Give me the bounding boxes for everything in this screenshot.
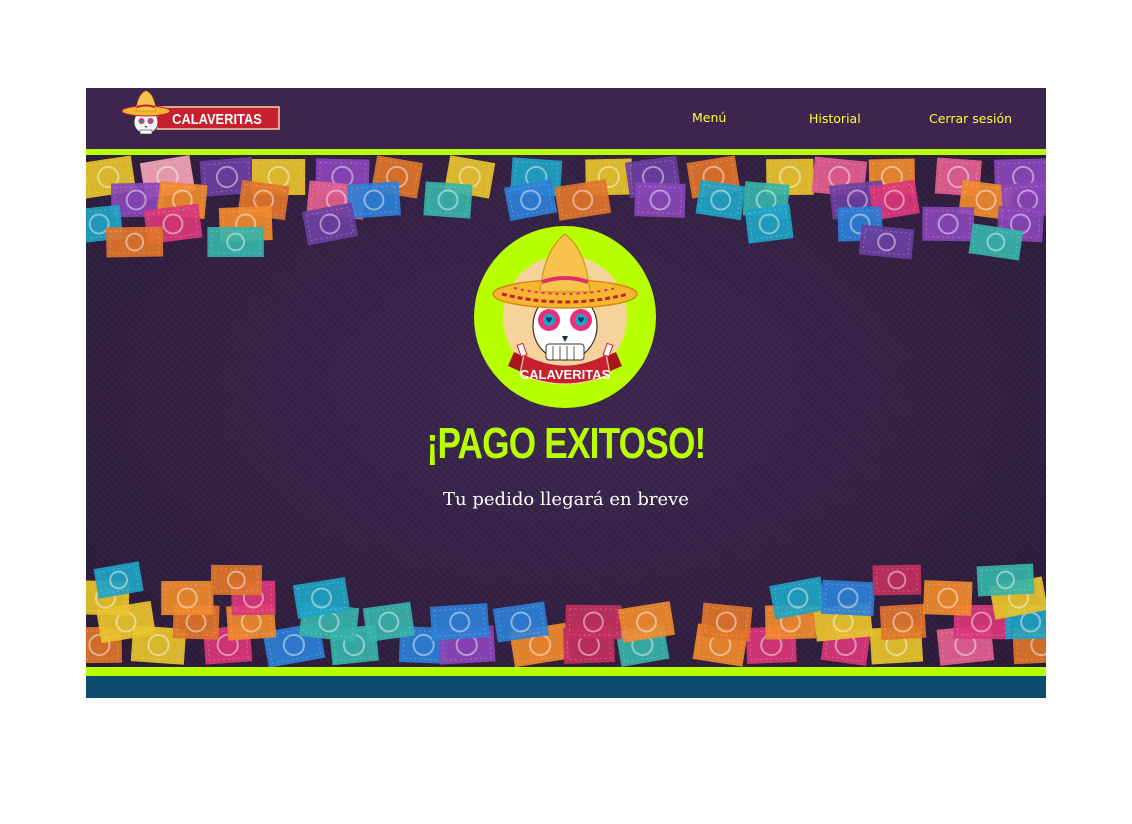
papel-picado-flag xyxy=(207,226,264,258)
papel-picado-flag xyxy=(362,601,415,643)
papel-picado-flag xyxy=(700,602,753,642)
papel-picado-flag xyxy=(858,224,915,260)
papel-picado-flag xyxy=(923,580,973,616)
badge-brand-text: CALAVERITAS xyxy=(520,367,611,382)
sugar-skull-badge-icon: CALAVERITAS xyxy=(474,226,656,408)
nav-menu-link[interactable]: Menú xyxy=(692,110,726,125)
papel-picado-flag xyxy=(565,604,622,640)
papel-picado-flag xyxy=(423,181,473,219)
order-arrival-message: Tu pedido llegará en breve xyxy=(443,489,689,510)
brand-logo[interactable]: CALAVERITAS xyxy=(121,90,281,136)
app-frame: CALAVERITAS Menú Historial Cerrar sesión xyxy=(86,88,1046,698)
papel-picado-flag xyxy=(695,179,746,221)
papel-picado-flag xyxy=(820,579,876,617)
top-navbar: CALAVERITAS Menú Historial Cerrar sesión xyxy=(86,88,1046,149)
papel-picado-flag xyxy=(161,580,214,616)
papel-picado-flag xyxy=(922,206,975,242)
footer-accent-bar xyxy=(86,667,1046,676)
papel-picado-flag xyxy=(872,564,922,596)
papel-picado-flag xyxy=(744,204,794,244)
papel-picado-flag xyxy=(106,226,164,258)
papel-picado-bottom-decoration xyxy=(86,561,1046,667)
papel-picado-flag xyxy=(879,603,927,641)
page-footer xyxy=(86,676,1046,698)
papel-picado-flag xyxy=(617,601,676,643)
nav-history-link[interactable]: Historial xyxy=(809,111,861,126)
nav-logout-link[interactable]: Cerrar sesión xyxy=(929,111,1012,126)
papel-picado-flag xyxy=(554,179,612,221)
papel-picado-flag xyxy=(347,181,401,219)
papel-picado-flag xyxy=(93,561,144,599)
papel-picado-flag xyxy=(210,564,263,596)
papel-picado-flag xyxy=(976,563,1035,597)
success-hero: CALAVERITAS ¡PAGO EXITOSO! Tu pedido lle… xyxy=(86,155,1046,667)
papel-picado-flag xyxy=(429,603,490,641)
payment-success-title: ¡PAGO EXITOSO! xyxy=(426,419,707,468)
papel-picado-flag xyxy=(634,182,686,218)
brand-logo-text: CALAVERITAS xyxy=(172,110,262,127)
